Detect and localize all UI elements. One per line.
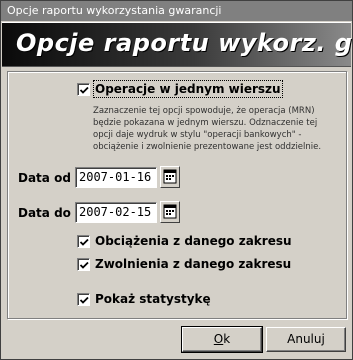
cancel-button-label: Anuluj — [287, 332, 325, 346]
single-row-checkbox[interactable] — [77, 83, 90, 96]
date-to-input[interactable]: 2007-02-15 — [75, 202, 157, 223]
ok-button-accelerator: O — [213, 332, 224, 346]
stats-checkbox[interactable] — [77, 293, 90, 306]
date-from-calendar-button[interactable] — [160, 166, 180, 188]
calendar-icon — [163, 204, 177, 219]
ok-button-label: k — [223, 332, 231, 346]
checkmark-icon — [79, 261, 89, 269]
checkmark-icon — [79, 86, 89, 94]
releases-label[interactable]: Zwolnienia z danego zakresu — [95, 257, 291, 271]
date-from-label: Data od : — [18, 171, 80, 185]
title-bar: Opcje raportu wykorzystania gwarancji — [1, 1, 352, 21]
single-row-description: Zaznaczenie tej opcji spowoduje, że oper… — [93, 106, 322, 152]
checkmark-icon — [79, 238, 89, 246]
charges-checkbox[interactable] — [77, 235, 90, 248]
window-title: Opcje raportu wykorzystania gwarancji — [7, 4, 222, 17]
charges-label[interactable]: Obciążenia z danego zakresu — [95, 234, 292, 248]
stats-label[interactable]: Pokaż statystykę — [95, 292, 211, 306]
date-to-label: Data do : — [18, 206, 80, 220]
checkmark-icon — [79, 296, 89, 304]
dialog-window: Opcje raportu wykorzystania gwarancji Op… — [0, 0, 353, 360]
cancel-button[interactable]: Anuluj — [266, 327, 346, 352]
calendar-icon — [163, 169, 177, 184]
single-row-label[interactable]: Operacje w jednym wierszu — [93, 80, 283, 98]
ok-button[interactable]: Ok — [182, 327, 262, 352]
releases-checkbox[interactable] — [77, 258, 90, 271]
date-from-input[interactable]: 2007-01-16 — [75, 167, 157, 188]
banner-title: Opcje raportu wykorz. gwar. — [16, 29, 353, 57]
header-banner: Opcje raportu wykorz. gwar. — [2, 22, 353, 67]
date-to-calendar-button[interactable] — [160, 201, 180, 223]
